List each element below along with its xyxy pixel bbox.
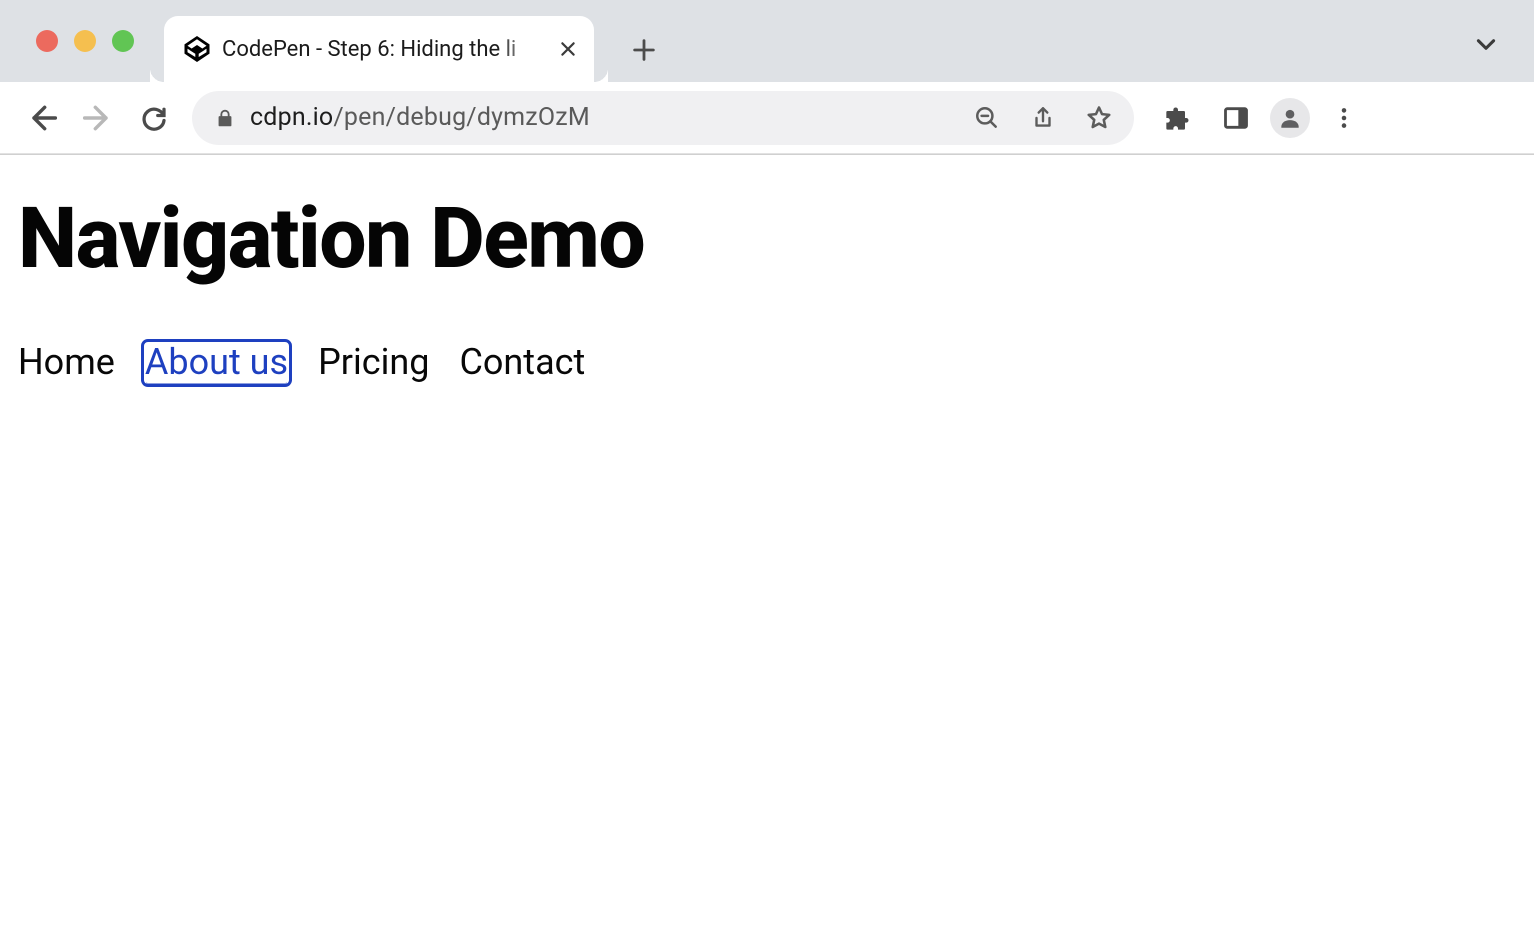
browser-tab[interactable]: CodePen - Step 6: Hiding the li (164, 16, 594, 82)
demo-nav: Home About us Pricing Contact (18, 343, 1516, 383)
forward-button[interactable] (74, 94, 122, 142)
kebab-menu-button[interactable] (1320, 94, 1368, 142)
zoom-icon[interactable] (966, 97, 1008, 139)
url-text: cdpn.io/pen/debug/dymzOzM (250, 103, 952, 132)
codepen-icon (184, 36, 210, 62)
nav-link-home[interactable]: Home (18, 343, 115, 383)
extensions-button[interactable] (1154, 94, 1202, 142)
browser-chrome: CodePen - Step 6: Hiding the li cd (0, 0, 1534, 155)
url-path: /pen/debug/dymzOzM (333, 103, 590, 132)
window-traffic-lights (18, 30, 144, 82)
sidepanel-button[interactable] (1212, 94, 1260, 142)
new-tab-button[interactable] (622, 28, 666, 72)
lock-icon (214, 107, 236, 129)
url-host: cdpn.io (250, 103, 333, 132)
page-content: Navigation Demo Home About us Pricing Co… (0, 155, 1534, 383)
reload-button[interactable] (130, 94, 178, 142)
page-heading: Navigation Demo (18, 195, 1516, 283)
browser-toolbar: cdpn.io/pen/debug/dymzOzM (0, 82, 1534, 154)
toolbar-right (1154, 94, 1368, 142)
tab-title: CodePen - Step 6: Hiding the li (222, 37, 546, 62)
window-fullscreen-button[interactable] (112, 30, 134, 52)
share-icon[interactable] (1022, 97, 1064, 139)
nav-link-about-us[interactable]: About us (145, 343, 288, 383)
nav-link-contact[interactable]: Contact (459, 343, 585, 383)
profile-button[interactable] (1270, 98, 1310, 138)
tabs-dropdown-button[interactable] (1466, 24, 1506, 64)
back-button[interactable] (18, 94, 66, 142)
address-bar[interactable]: cdpn.io/pen/debug/dymzOzM (192, 91, 1134, 145)
nav-link-pricing[interactable]: Pricing (318, 343, 429, 383)
bookmark-star-icon[interactable] (1078, 97, 1120, 139)
window-minimize-button[interactable] (74, 30, 96, 52)
window-close-button[interactable] (36, 30, 58, 52)
tab-strip: CodePen - Step 6: Hiding the li (0, 0, 1534, 82)
tab-close-button[interactable] (558, 39, 578, 59)
